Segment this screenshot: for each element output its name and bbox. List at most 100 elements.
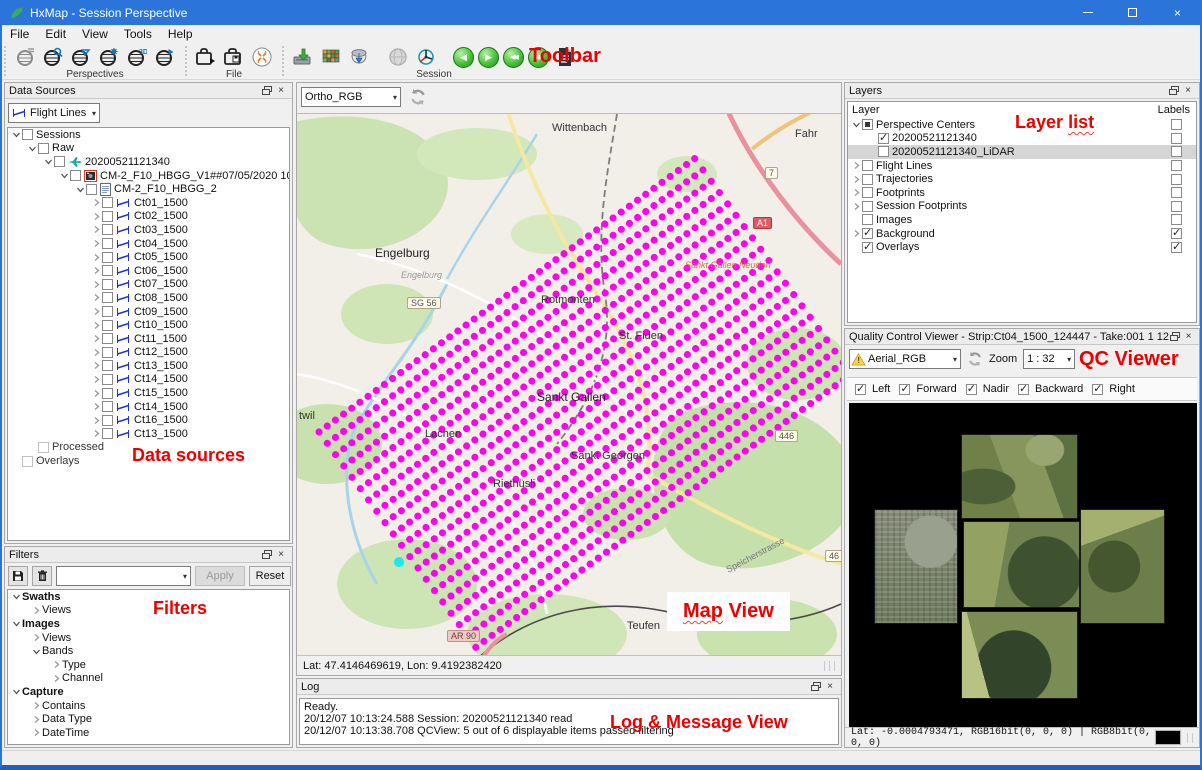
save-filter-button[interactable] — [8, 566, 28, 586]
tree-item[interactable]: Ct16_1500 — [8, 413, 289, 427]
checkbox[interactable] — [862, 160, 873, 171]
checkbox[interactable] — [878, 133, 889, 144]
chevron-right-icon[interactable] — [90, 429, 102, 438]
checkbox[interactable] — [102, 265, 113, 276]
tree-item[interactable]: Ct13_1500 — [8, 427, 289, 441]
close-button[interactable]: × — [1155, 0, 1200, 25]
run-perspective-icon[interactable] — [153, 45, 177, 69]
menu-item-file[interactable]: File — [2, 26, 37, 42]
close-panel-icon[interactable]: × — [274, 549, 288, 561]
tree-item[interactable]: Images — [8, 617, 289, 631]
tree-item[interactable]: Overlays — [848, 240, 1196, 254]
float-panel-icon[interactable] — [260, 85, 274, 97]
maximize-button[interactable] — [1110, 0, 1155, 25]
tree-item[interactable]: Flight Lines — [848, 159, 1196, 173]
view-toggle-forward[interactable]: Forward — [899, 383, 956, 395]
toolbar-grip[interactable] — [4, 46, 9, 76]
close-panel-icon[interactable]: × — [823, 681, 837, 693]
tree-item[interactable]: Ct06_1500 — [8, 264, 289, 278]
close-session-icon[interactable] — [250, 45, 274, 69]
chevron-right-icon[interactable] — [90, 321, 102, 330]
checkbox[interactable] — [102, 401, 113, 412]
tree-item[interactable]: Ct08_1500 — [8, 291, 289, 305]
float-panel-icon[interactable] — [1167, 85, 1181, 97]
qc-thumbnail-nadir[interactable] — [963, 521, 1080, 608]
labels-checkbox[interactable] — [1171, 160, 1182, 171]
checkbox[interactable] — [22, 456, 33, 467]
labels-checkbox[interactable] — [1171, 201, 1182, 212]
checkbox[interactable] — [862, 214, 873, 225]
labels-checkbox[interactable] — [1171, 187, 1182, 198]
chevron-down-icon[interactable] — [30, 647, 42, 656]
chevron-right-icon[interactable] — [50, 674, 62, 683]
checkbox[interactable] — [86, 184, 97, 195]
tree-item[interactable]: Contains — [8, 699, 289, 713]
toolbar-grip[interactable] — [282, 46, 287, 76]
tree-item[interactable]: Footprints — [848, 186, 1196, 200]
tree-item[interactable]: Ct12_1500 — [8, 346, 289, 360]
minimize-button[interactable] — [1065, 0, 1110, 25]
checkbox[interactable] — [102, 238, 113, 249]
checkbox[interactable] — [966, 384, 977, 395]
labels-checkbox[interactable] — [1171, 242, 1182, 253]
checkbox[interactable] — [102, 333, 113, 344]
checkbox[interactable] — [38, 442, 49, 453]
chevron-right-icon[interactable] — [850, 229, 862, 238]
chevron-right-icon[interactable] — [90, 280, 102, 289]
qc-thumbnail-right[interactable] — [1080, 509, 1165, 624]
checkbox[interactable] — [862, 228, 873, 239]
tree-item[interactable]: Ct09_1500 — [8, 305, 289, 319]
tree-item[interactable]: Ct04_1500 — [8, 237, 289, 251]
chevron-right-icon[interactable] — [850, 175, 862, 184]
tree-item[interactable]: Capture — [8, 685, 289, 699]
tree-item[interactable]: Views — [8, 631, 289, 645]
tree-item[interactable]: Ct15_1500 — [8, 386, 289, 400]
tree-item[interactable]: Raw — [8, 142, 289, 156]
chevron-right-icon[interactable] — [90, 375, 102, 384]
delete-filter-icon[interactable] — [32, 566, 52, 586]
menu-item-edit[interactable]: Edit — [37, 26, 74, 42]
labels-checkbox[interactable] — [1171, 174, 1182, 185]
checkbox[interactable] — [38, 143, 49, 154]
checkbox[interactable] — [1092, 384, 1103, 395]
tree-item[interactable]: Data Type — [8, 712, 289, 726]
qc-thumbnail-backward[interactable] — [961, 611, 1078, 699]
chevron-right-icon[interactable] — [90, 389, 102, 398]
labels-checkbox[interactable] — [1171, 228, 1182, 239]
chevron-right-icon[interactable] — [90, 293, 102, 302]
float-panel-icon[interactable] — [260, 549, 274, 561]
labels-checkbox[interactable] — [1171, 119, 1182, 130]
chevron-right-icon[interactable] — [90, 402, 102, 411]
tree-item[interactable]: Views — [8, 604, 289, 618]
checkbox[interactable] — [102, 224, 113, 235]
checkbox[interactable] — [102, 360, 113, 371]
float-panel-icon[interactable] — [809, 681, 823, 693]
globe-gray-icon[interactable] — [386, 45, 410, 69]
chevron-right-icon[interactable] — [850, 161, 862, 170]
qc-thumbnail-forward[interactable] — [961, 434, 1078, 519]
tree-item[interactable]: Ct07_1500 — [8, 278, 289, 292]
checkbox[interactable] — [102, 211, 113, 222]
chevron-down-icon[interactable] — [74, 185, 86, 194]
view-toggle-left[interactable]: Left — [855, 383, 890, 395]
chevron-right-icon[interactable] — [90, 212, 102, 221]
tree-item[interactable]: Swaths — [8, 590, 289, 604]
chevron-right-icon[interactable] — [90, 225, 102, 234]
view-toggle-nadir[interactable]: Nadir — [966, 383, 1009, 395]
first-strip-button[interactable]: ◀◀ — [503, 47, 524, 68]
view-toggle-right[interactable]: Right — [1092, 383, 1135, 395]
checkbox[interactable] — [102, 428, 113, 439]
chevron-right-icon[interactable] — [850, 188, 862, 197]
chevron-right-icon[interactable] — [90, 416, 102, 425]
float-panel-icon[interactable] — [1169, 331, 1182, 343]
apply-filter-button[interactable]: Apply — [195, 566, 245, 586]
checkbox[interactable] — [102, 306, 113, 317]
title-bar[interactable]: HxMap - Session Perspective × — [2, 0, 1200, 25]
chevron-down-icon[interactable] — [10, 130, 22, 139]
source-type-dropdown[interactable]: Flight Lines ▾ — [8, 103, 100, 123]
checkbox[interactable] — [102, 415, 113, 426]
tree-item[interactable]: Ct14_1500 — [8, 373, 289, 387]
chevron-right-icon[interactable] — [90, 239, 102, 248]
chevron-right-icon[interactable] — [90, 253, 102, 262]
checkbox[interactable] — [102, 292, 113, 303]
